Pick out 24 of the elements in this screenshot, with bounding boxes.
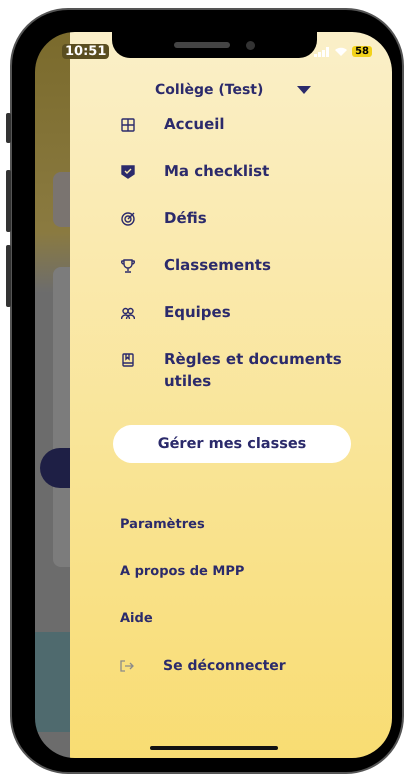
- menu-item[interactable]: Accueil: [164, 113, 364, 135]
- people-icon: [121, 306, 135, 320]
- menu-item[interactable]: Défis: [164, 207, 364, 229]
- shield-check-icon: [121, 165, 135, 179]
- grid-icon: [121, 118, 135, 132]
- menu-link[interactable]: Paramètres: [120, 517, 205, 532]
- menu-item[interactable]: Equipes: [164, 301, 364, 323]
- target-icon: [121, 212, 135, 226]
- menu-item[interactable]: Règles et documents utiles: [164, 348, 364, 392]
- logout-icon: [120, 660, 134, 672]
- logout-link[interactable]: Se déconnecter: [163, 655, 363, 677]
- battery-level: 58: [352, 46, 372, 57]
- trophy-icon: [121, 259, 135, 273]
- menu-item[interactable]: Ma checklist: [164, 160, 364, 182]
- menu-link[interactable]: A propos de MPP: [120, 564, 244, 579]
- status-time: 10:51: [62, 44, 110, 59]
- menu-item[interactable]: Classements: [164, 254, 364, 276]
- caret-icon: [297, 86, 312, 94]
- school-selector[interactable]: Collège (Test): [155, 82, 312, 98]
- wifi-icon: [335, 47, 348, 56]
- signal-icon: [314, 46, 330, 56]
- book-icon: [121, 353, 135, 367]
- manage-classes-button[interactable]: Gérer mes classes: [113, 425, 351, 463]
- menu-link[interactable]: Aide: [120, 611, 153, 626]
